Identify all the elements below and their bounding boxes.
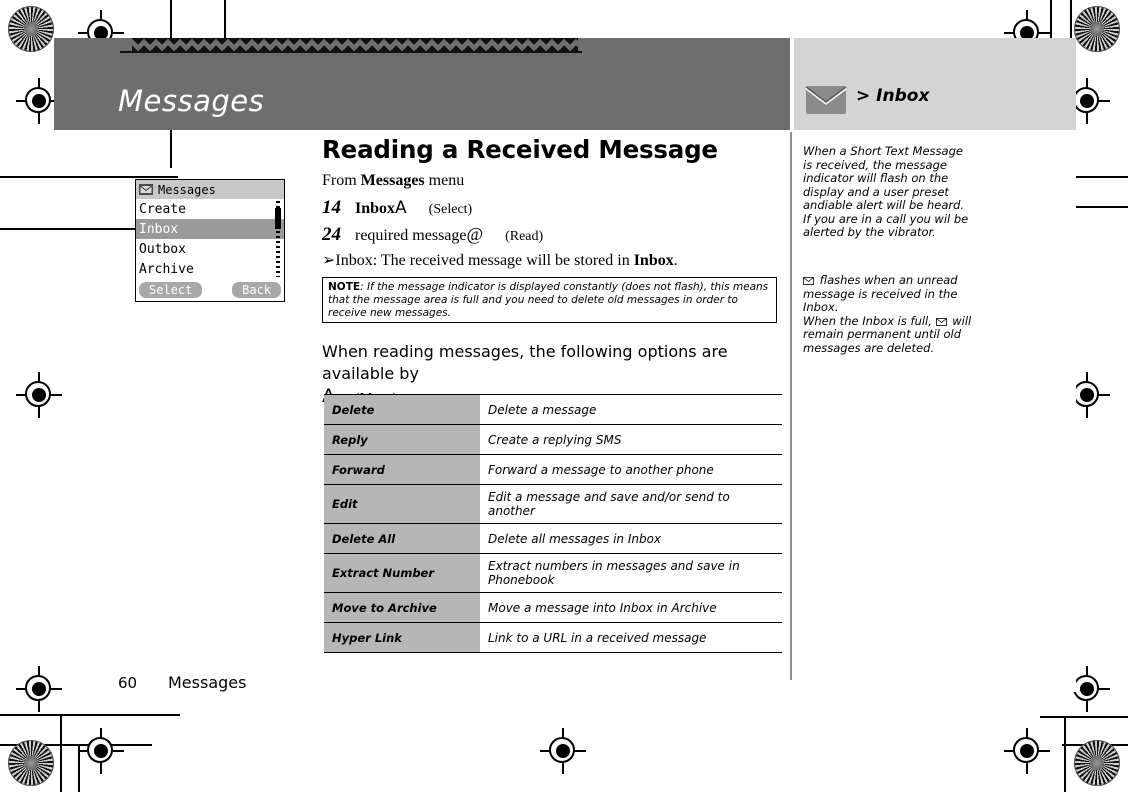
option-name: Extract Number bbox=[324, 553, 480, 593]
inbox-note-line: ➢Inbox: The received message will be sto… bbox=[322, 250, 678, 270]
envelope-icon bbox=[139, 184, 153, 195]
crop-mark-line bbox=[1040, 716, 1128, 718]
header-ornament bbox=[132, 38, 578, 52]
option-name: Delete All bbox=[324, 523, 480, 554]
step-2-number: 24 bbox=[322, 224, 341, 245]
step-2: 24 required message@ (Read) bbox=[322, 224, 543, 246]
option-description: Move a message into Inbox in Archive bbox=[480, 592, 782, 623]
manual-page: Messages > Inbox When a Short Text Messa… bbox=[0, 0, 1128, 792]
page-number: 60 bbox=[118, 674, 138, 692]
phone-title-bar: Messages bbox=[136, 180, 284, 199]
phone-menu-label: Archive bbox=[139, 261, 194, 277]
footer-section-label: Messages bbox=[168, 673, 247, 692]
option-name: Hyper Link bbox=[324, 622, 480, 653]
option-name: Forward bbox=[324, 454, 480, 485]
phone-softkey-bar: Select Back bbox=[136, 279, 284, 301]
phone-menu-item-create[interactable]: Create bbox=[136, 199, 284, 219]
options-table-body: Delete Delete a message Reply Create a r… bbox=[324, 394, 782, 653]
crop-mark-line bbox=[0, 176, 178, 178]
option-description: Extract numbers in messages and save in … bbox=[480, 553, 782, 593]
phone-menu-item-outbox[interactable]: Outbox bbox=[136, 239, 284, 259]
phone-menu-label: Inbox bbox=[139, 221, 179, 237]
step-1-label: Inbox bbox=[355, 200, 396, 217]
table-row: Delete All Delete all messages in Inbox bbox=[324, 523, 782, 554]
phone-menu-item-inbox[interactable]: Inbox bbox=[136, 219, 284, 239]
table-row: Extract Number Extract numbers in messag… bbox=[324, 553, 782, 593]
step-2-label: required message bbox=[355, 227, 467, 244]
step-2-action: (Read) bbox=[505, 229, 544, 244]
page-title: Messages bbox=[118, 84, 265, 118]
phone-menu-label: Create bbox=[139, 201, 186, 217]
option-name: Move to Archive bbox=[324, 592, 480, 623]
registration-star-icon bbox=[1074, 6, 1120, 52]
sidebar-p2-seg-a: flashes when an unread message is receiv… bbox=[803, 273, 958, 314]
option-name: Delete bbox=[324, 394, 480, 425]
envelope-icon bbox=[803, 275, 814, 285]
option-description: Delete a message bbox=[480, 394, 782, 425]
step-1-action: (Select) bbox=[428, 202, 473, 217]
registration-star-icon bbox=[8, 6, 54, 52]
crop-mark-line bbox=[60, 716, 62, 792]
option-name: Edit bbox=[324, 484, 480, 524]
registration-target-icon bbox=[78, 728, 124, 774]
table-row: Reply Create a replying SMS bbox=[324, 424, 782, 455]
table-row: Move to Archive Move a message into Inbo… bbox=[324, 592, 782, 623]
from-menu-name: Messages bbox=[360, 172, 425, 189]
registration-target-icon bbox=[540, 728, 586, 774]
options-intro-text: When reading messages, the following opt… bbox=[322, 342, 728, 383]
softkey-back-button[interactable]: Back bbox=[232, 282, 281, 298]
table-row: Forward Forward a message to another pho… bbox=[324, 454, 782, 485]
option-description: Delete all messages in Inbox bbox=[480, 523, 782, 554]
inbox-note-end: . bbox=[673, 252, 678, 269]
sidebar-paragraph-1: When a Short Text Message is received, t… bbox=[803, 144, 969, 239]
phone-menu-label: Outbox bbox=[139, 241, 186, 257]
option-description: Edit a message and save and/or send to a… bbox=[480, 484, 782, 524]
from-menu-line: From Messages menu bbox=[322, 172, 464, 190]
phone-menu-item-archive[interactable]: Archive bbox=[136, 259, 284, 279]
from-suffix: menu bbox=[424, 172, 465, 189]
option-description: Link to a URL in a received message bbox=[480, 622, 782, 653]
table-row: Delete Delete a message bbox=[324, 394, 782, 425]
options-table: Delete Delete a message Reply Create a r… bbox=[324, 394, 782, 653]
scrollbar-thumb[interactable] bbox=[275, 208, 281, 229]
step-2-key-symbol: @ bbox=[466, 224, 484, 244]
registration-target-icon bbox=[1004, 728, 1050, 774]
envelope-icon bbox=[935, 316, 947, 326]
table-row: Hyper Link Link to a URL in a received m… bbox=[324, 622, 782, 653]
phone-title-label: Messages bbox=[158, 182, 216, 197]
from-prefix: From bbox=[322, 172, 361, 189]
crop-mark-line bbox=[1064, 716, 1066, 792]
header-ornament-rule bbox=[120, 51, 582, 53]
crop-mark-line bbox=[0, 714, 180, 716]
option-name: Reply bbox=[324, 424, 480, 455]
step-1-number: 14 bbox=[322, 197, 341, 218]
step-1: 14 InboxA (Select) bbox=[322, 197, 472, 219]
softkey-select-button[interactable]: Select bbox=[139, 282, 203, 298]
step-1-key-symbol: A bbox=[395, 198, 407, 218]
registration-target-icon bbox=[16, 372, 62, 418]
option-description: Create a replying SMS bbox=[480, 424, 782, 455]
phone-screen-mockup: Messages Create Inbox Outbox Archive Sel… bbox=[135, 179, 285, 302]
sidebar-paragraph-2: flashes when an unread message is receiv… bbox=[803, 273, 975, 355]
inbox-note-bold: Inbox bbox=[633, 252, 674, 269]
inbox-note-text: ➢Inbox: The received message will be sto… bbox=[322, 252, 634, 269]
envelope-icon bbox=[805, 85, 847, 115]
registration-star-icon bbox=[1074, 740, 1120, 786]
note-label: NOTE bbox=[328, 281, 361, 293]
registration-star-icon bbox=[8, 740, 54, 786]
sidebar-p2-seg-b: When the Inbox is full, bbox=[803, 313, 936, 328]
section-tab-panel bbox=[794, 38, 1076, 130]
option-description: Forward a message to another phone bbox=[480, 454, 782, 485]
section-heading: Reading a Received Message bbox=[322, 135, 718, 164]
note-body: : If the message indicator is displayed … bbox=[328, 281, 769, 319]
section-tab-label: > Inbox bbox=[856, 86, 930, 106]
note-callout-text: NOTE: If the message indicator is displa… bbox=[328, 281, 774, 320]
table-row: Edit Edit a message and save and/or send… bbox=[324, 484, 782, 524]
crop-mark-line bbox=[0, 228, 150, 230]
registration-target-icon bbox=[16, 666, 62, 712]
